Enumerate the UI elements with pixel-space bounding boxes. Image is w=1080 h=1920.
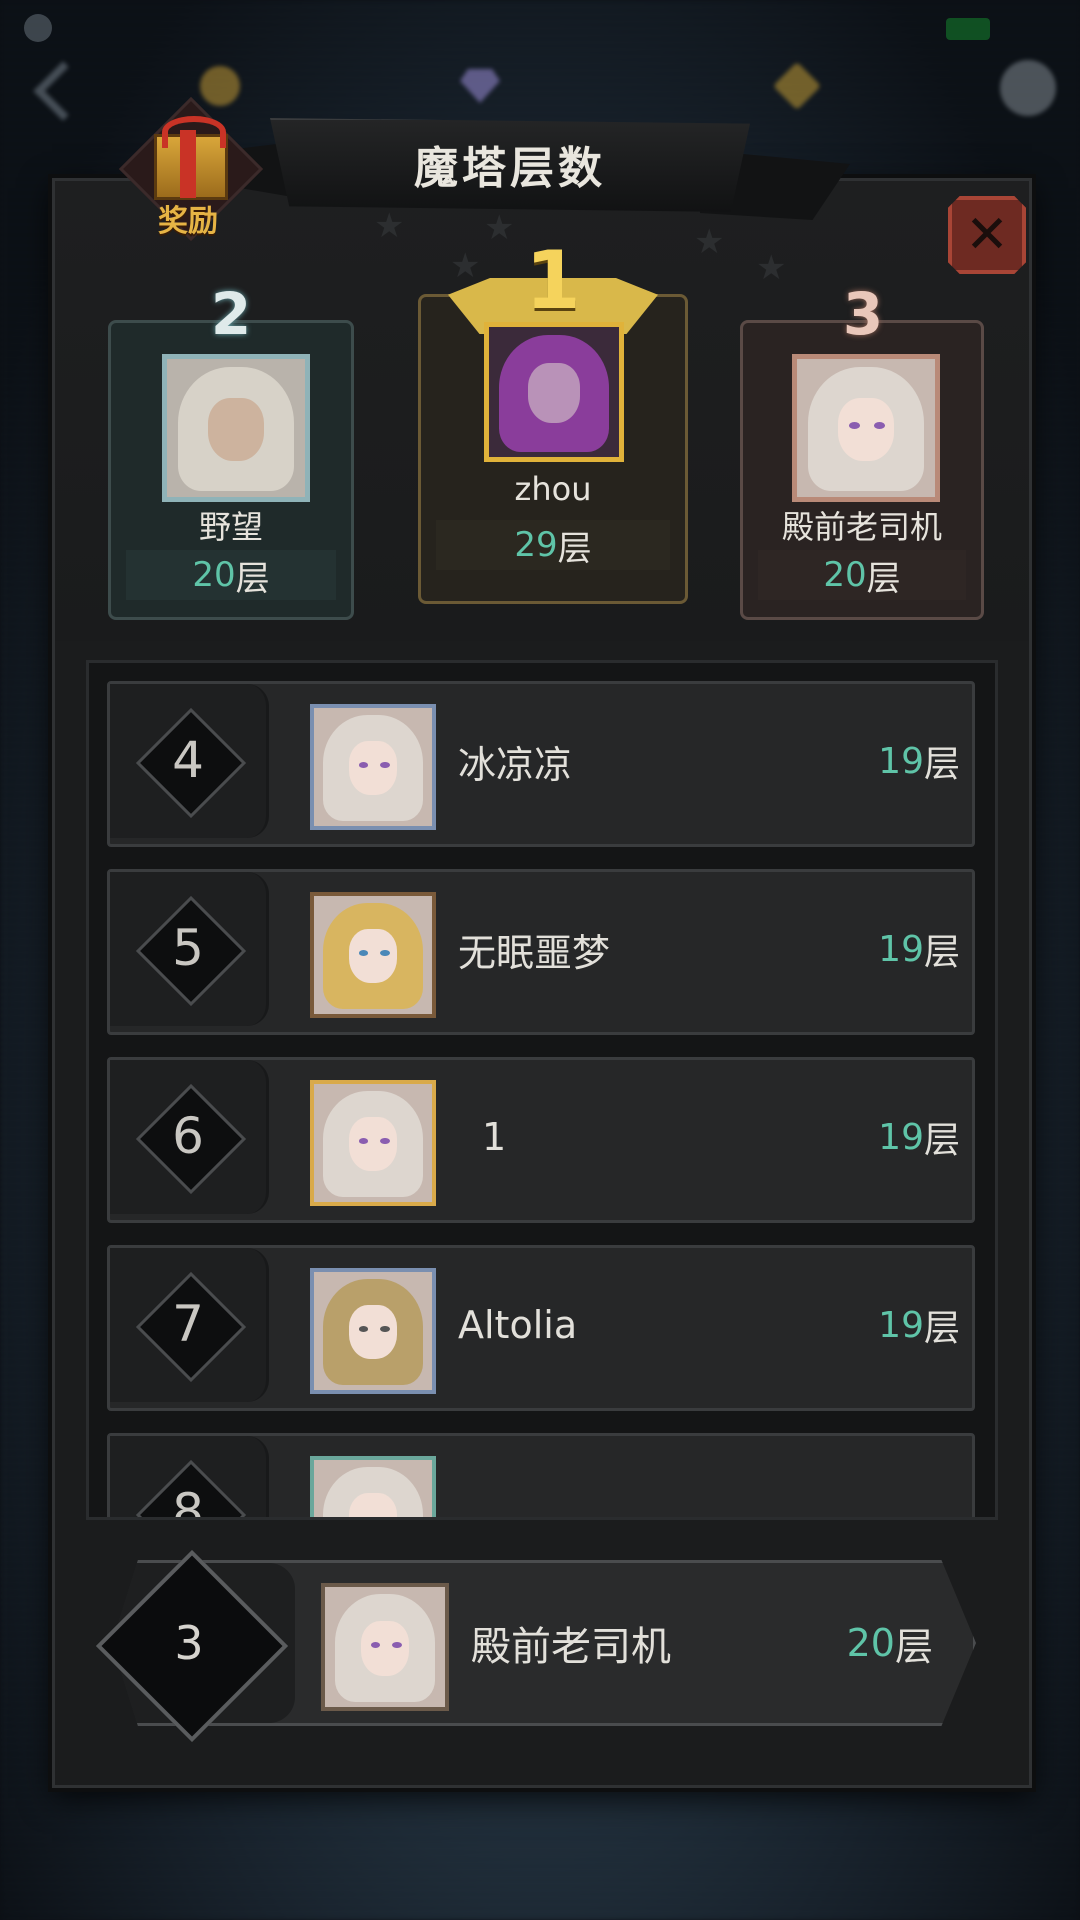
player-name: 无眠噩梦	[458, 930, 611, 975]
player-name: 冰凉凉	[458, 742, 573, 787]
back-icon[interactable]	[32, 62, 92, 112]
star-icon: ★	[694, 222, 725, 262]
ranking-list[interactable]: 4 冰凉凉 19 层 5 无眠噩梦 19 层 6 1 19 层 7 Altolia 1…	[86, 660, 998, 1520]
list-item[interactable]: 8	[107, 1433, 975, 1517]
avatar	[792, 354, 940, 502]
avatar	[310, 1456, 436, 1517]
player-name: 殿前老司机	[781, 508, 942, 546]
player-name: 1	[482, 1115, 507, 1159]
player-name: 殿前老司机	[471, 1624, 671, 1670]
list-item[interactable]: 7 Altolia 19 层	[107, 1245, 975, 1411]
crown-icon: 3	[842, 280, 884, 348]
star-icon: ★	[374, 206, 405, 246]
reward-label: 奖励	[158, 204, 218, 239]
podium-rank-2[interactable]: 2 野望 20 层	[108, 270, 354, 620]
podium-rank-1[interactable]: 1 zhou 29 层	[418, 234, 688, 604]
list-item[interactable]: 5 无眠噩梦 19 层	[107, 869, 975, 1035]
floor-count: 19 层	[878, 1304, 960, 1350]
avatar	[310, 892, 436, 1018]
avatar	[310, 1268, 436, 1394]
floor-count: 19 层	[878, 1116, 960, 1162]
podium-rank-3[interactable]: 3 殿前老司机 20 层	[740, 270, 984, 620]
player-name: 野望	[198, 508, 263, 546]
reward-button[interactable]: 奖励	[118, 96, 264, 242]
menu-icon[interactable]	[1000, 60, 1056, 116]
floor-count: 19 层	[878, 928, 960, 974]
player-name: Altolia	[458, 1303, 578, 1347]
rank-badge: 6	[135, 1083, 247, 1195]
rank-badge: 7	[135, 1271, 247, 1383]
rank-badge: 4	[135, 707, 247, 819]
list-item[interactable]: 4 冰凉凉 19 层	[107, 681, 975, 847]
gem-resource	[460, 66, 500, 106]
close-icon: ✕	[965, 205, 1009, 265]
rank-badge: 5	[135, 895, 247, 1007]
list-item[interactable]: 6 1 19 层	[107, 1057, 975, 1223]
rank-badge: 8	[135, 1459, 247, 1517]
floor-count: 29 层	[436, 520, 670, 570]
key-icon	[772, 61, 822, 111]
status-bar	[0, 0, 1080, 60]
page-title: 魔塔层数	[414, 143, 606, 194]
crown-icon: 2	[210, 280, 252, 348]
battery-icon	[946, 18, 990, 40]
wifi-icon	[24, 14, 52, 42]
key-resource	[772, 61, 822, 111]
floor-count: 20 层	[846, 1621, 933, 1669]
floor-count: 19 层	[878, 740, 960, 786]
gift-bow	[162, 116, 226, 148]
floor-count: 20 层	[126, 550, 336, 600]
floor-count: 20 层	[758, 550, 966, 600]
my-rank-badge: 3	[95, 1549, 289, 1743]
gem-icon	[460, 69, 500, 103]
avatar	[310, 1080, 436, 1206]
avatar	[484, 322, 624, 462]
avatar	[162, 354, 310, 502]
avatar	[321, 1583, 449, 1711]
close-button[interactable]: ✕	[948, 196, 1026, 274]
avatar	[310, 704, 436, 830]
player-name: zhou	[514, 470, 592, 508]
